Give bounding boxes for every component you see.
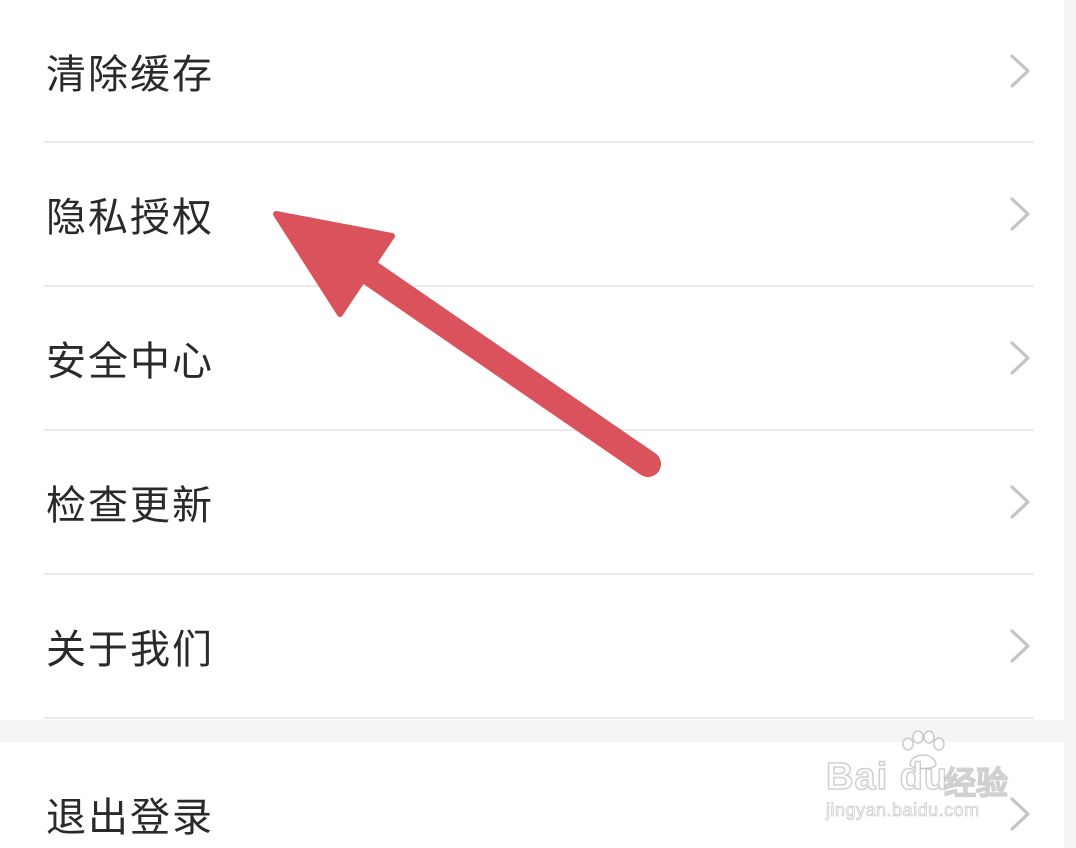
chevron-right-icon — [1010, 629, 1030, 663]
logout-menu-group: 退出登录 — [0, 742, 1064, 848]
menu-item-label: 隐私授权 — [46, 195, 214, 241]
menu-item-label: 关于我们 — [46, 627, 214, 673]
section-gap — [0, 720, 1064, 742]
menu-item-about-us[interactable]: 关于我们 — [44, 575, 1034, 719]
menu-item-label: 清除缓存 — [46, 51, 214, 98]
chevron-right-icon — [1010, 197, 1030, 231]
menu-item-label: 安全中心 — [46, 339, 214, 385]
menu-item-check-updates[interactable]: 检查更新 — [44, 431, 1034, 575]
chevron-right-icon — [1010, 797, 1030, 831]
menu-item-logout[interactable]: 退出登录 — [44, 742, 1034, 848]
menu-item-label: 检查更新 — [46, 483, 214, 529]
settings-menu-group: 清除缓存 隐私授权 安全中心 检查更新 关于我们 — [0, 0, 1064, 719]
menu-item-label: 退出登录 — [46, 795, 214, 841]
menu-item-privacy-authorization[interactable]: 隐私授权 — [44, 143, 1034, 287]
chevron-right-icon — [1010, 485, 1030, 519]
menu-item-security-center[interactable]: 安全中心 — [44, 287, 1034, 431]
chevron-right-icon — [1010, 341, 1030, 375]
menu-item-clear-cache[interactable]: 清除缓存 — [44, 0, 1034, 143]
scroll-edge — [1064, 0, 1076, 848]
chevron-right-icon — [1010, 53, 1030, 88]
settings-screen: 清除缓存 隐私授权 安全中心 检查更新 关于我们 退出登录 Bai du 经验 … — [0, 0, 1076, 848]
